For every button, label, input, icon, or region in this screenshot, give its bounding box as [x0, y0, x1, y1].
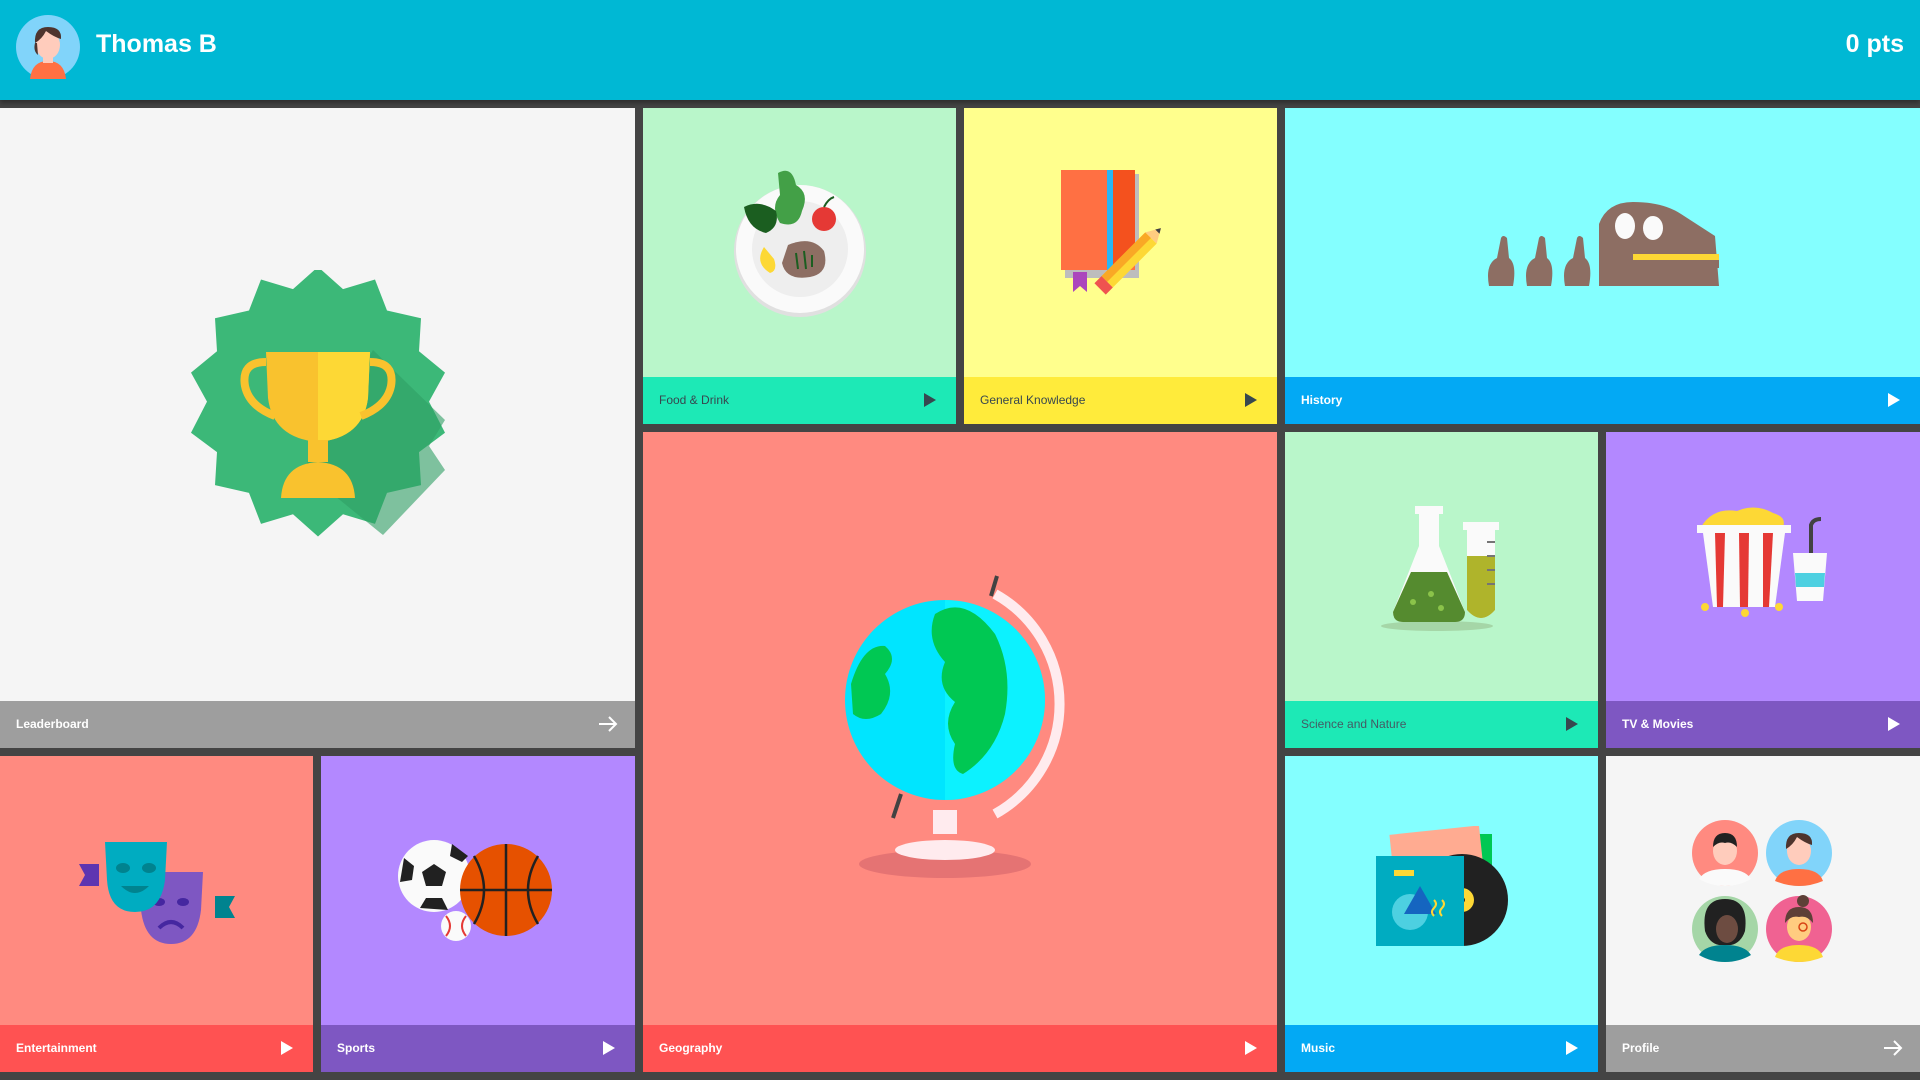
tile-sports[interactable]: Sports: [321, 756, 635, 1072]
play-icon[interactable]: [275, 1037, 297, 1059]
dinosaur-skull-icon: [1487, 201, 1719, 286]
tile-general-knowledge[interactable]: General Knowledge: [964, 108, 1277, 424]
tile-label: TV & Movies: [1622, 717, 1694, 731]
tile-entertainment[interactable]: Entertainment: [0, 756, 313, 1072]
play-icon[interactable]: [1239, 389, 1261, 411]
science-nature-bar: Science and Nature: [1285, 701, 1598, 748]
profile-bar: Profile: [1606, 1025, 1920, 1072]
tile-geography[interactable]: Geography: [643, 432, 1277, 1072]
tile-label: Sports: [337, 1041, 376, 1055]
tile-label: Geography: [659, 1041, 723, 1055]
food-drink-bar: Food & Drink: [643, 377, 956, 424]
tile-science-nature[interactable]: Science and Nature: [1285, 432, 1598, 748]
points-counter: 0 pts: [1845, 30, 1904, 58]
sports-bar: Sports: [321, 1025, 635, 1072]
tile-profile[interactable]: Profile: [1606, 756, 1920, 1072]
music-bar: Music: [1285, 1025, 1598, 1072]
history-bar: History: [1285, 377, 1920, 424]
play-icon[interactable]: [1560, 713, 1582, 735]
vinyl-record-icon: [1375, 825, 1508, 946]
play-icon[interactable]: [918, 389, 940, 411]
avatar-icon: [16, 15, 80, 79]
play-icon[interactable]: [1560, 1037, 1582, 1059]
tile-history[interactable]: History: [1285, 108, 1920, 424]
tile-label: Leaderboard: [16, 717, 89, 731]
trophy-icon: [190, 269, 445, 537]
general-knowledge-bar: General Knowledge: [964, 377, 1277, 424]
tile-label: General Knowledge: [980, 393, 1086, 407]
play-icon[interactable]: [1882, 389, 1904, 411]
user-avatar[interactable]: [16, 15, 80, 79]
play-icon[interactable]: [597, 1037, 619, 1059]
tv-movies-bar: TV & Movies: [1606, 701, 1920, 748]
arrow-right-icon[interactable]: [1882, 1037, 1904, 1059]
play-icon[interactable]: [1882, 713, 1904, 735]
tile-label: Food & Drink: [659, 393, 730, 407]
tile-music[interactable]: Music: [1285, 756, 1598, 1072]
tile-label: Science and Nature: [1301, 717, 1407, 731]
geography-bar: Geography: [643, 1025, 1277, 1072]
tile-label: Music: [1301, 1041, 1336, 1055]
play-icon[interactable]: [1239, 1037, 1261, 1059]
leaderboard-bar: Leaderboard: [0, 701, 635, 748]
theater-masks-icon: [78, 841, 235, 944]
popcorn-icon: [1697, 506, 1827, 617]
tile-food-drink[interactable]: Food & Drink: [643, 108, 956, 424]
entertainment-bar: Entertainment: [0, 1025, 313, 1072]
avatars-icon: [1692, 819, 1832, 962]
tile-tv-movies[interactable]: TV & Movies: [1606, 432, 1920, 748]
top-bar: Thomas B 0 pts: [0, 0, 1920, 100]
book-pencil-icon: [1060, 169, 1161, 295]
arrow-right-icon[interactable]: [597, 713, 619, 735]
plate-icon: [733, 170, 866, 317]
balls-icon: [398, 839, 552, 941]
username: Thomas B: [96, 30, 217, 58]
tile-label: Entertainment: [16, 1041, 97, 1055]
globe-icon: [845, 574, 1065, 878]
flask-icon: [1380, 505, 1499, 631]
tile-label: History: [1301, 393, 1343, 407]
tile-label: Profile: [1622, 1041, 1660, 1055]
tile-leaderboard[interactable]: Leaderboard: [0, 108, 635, 748]
